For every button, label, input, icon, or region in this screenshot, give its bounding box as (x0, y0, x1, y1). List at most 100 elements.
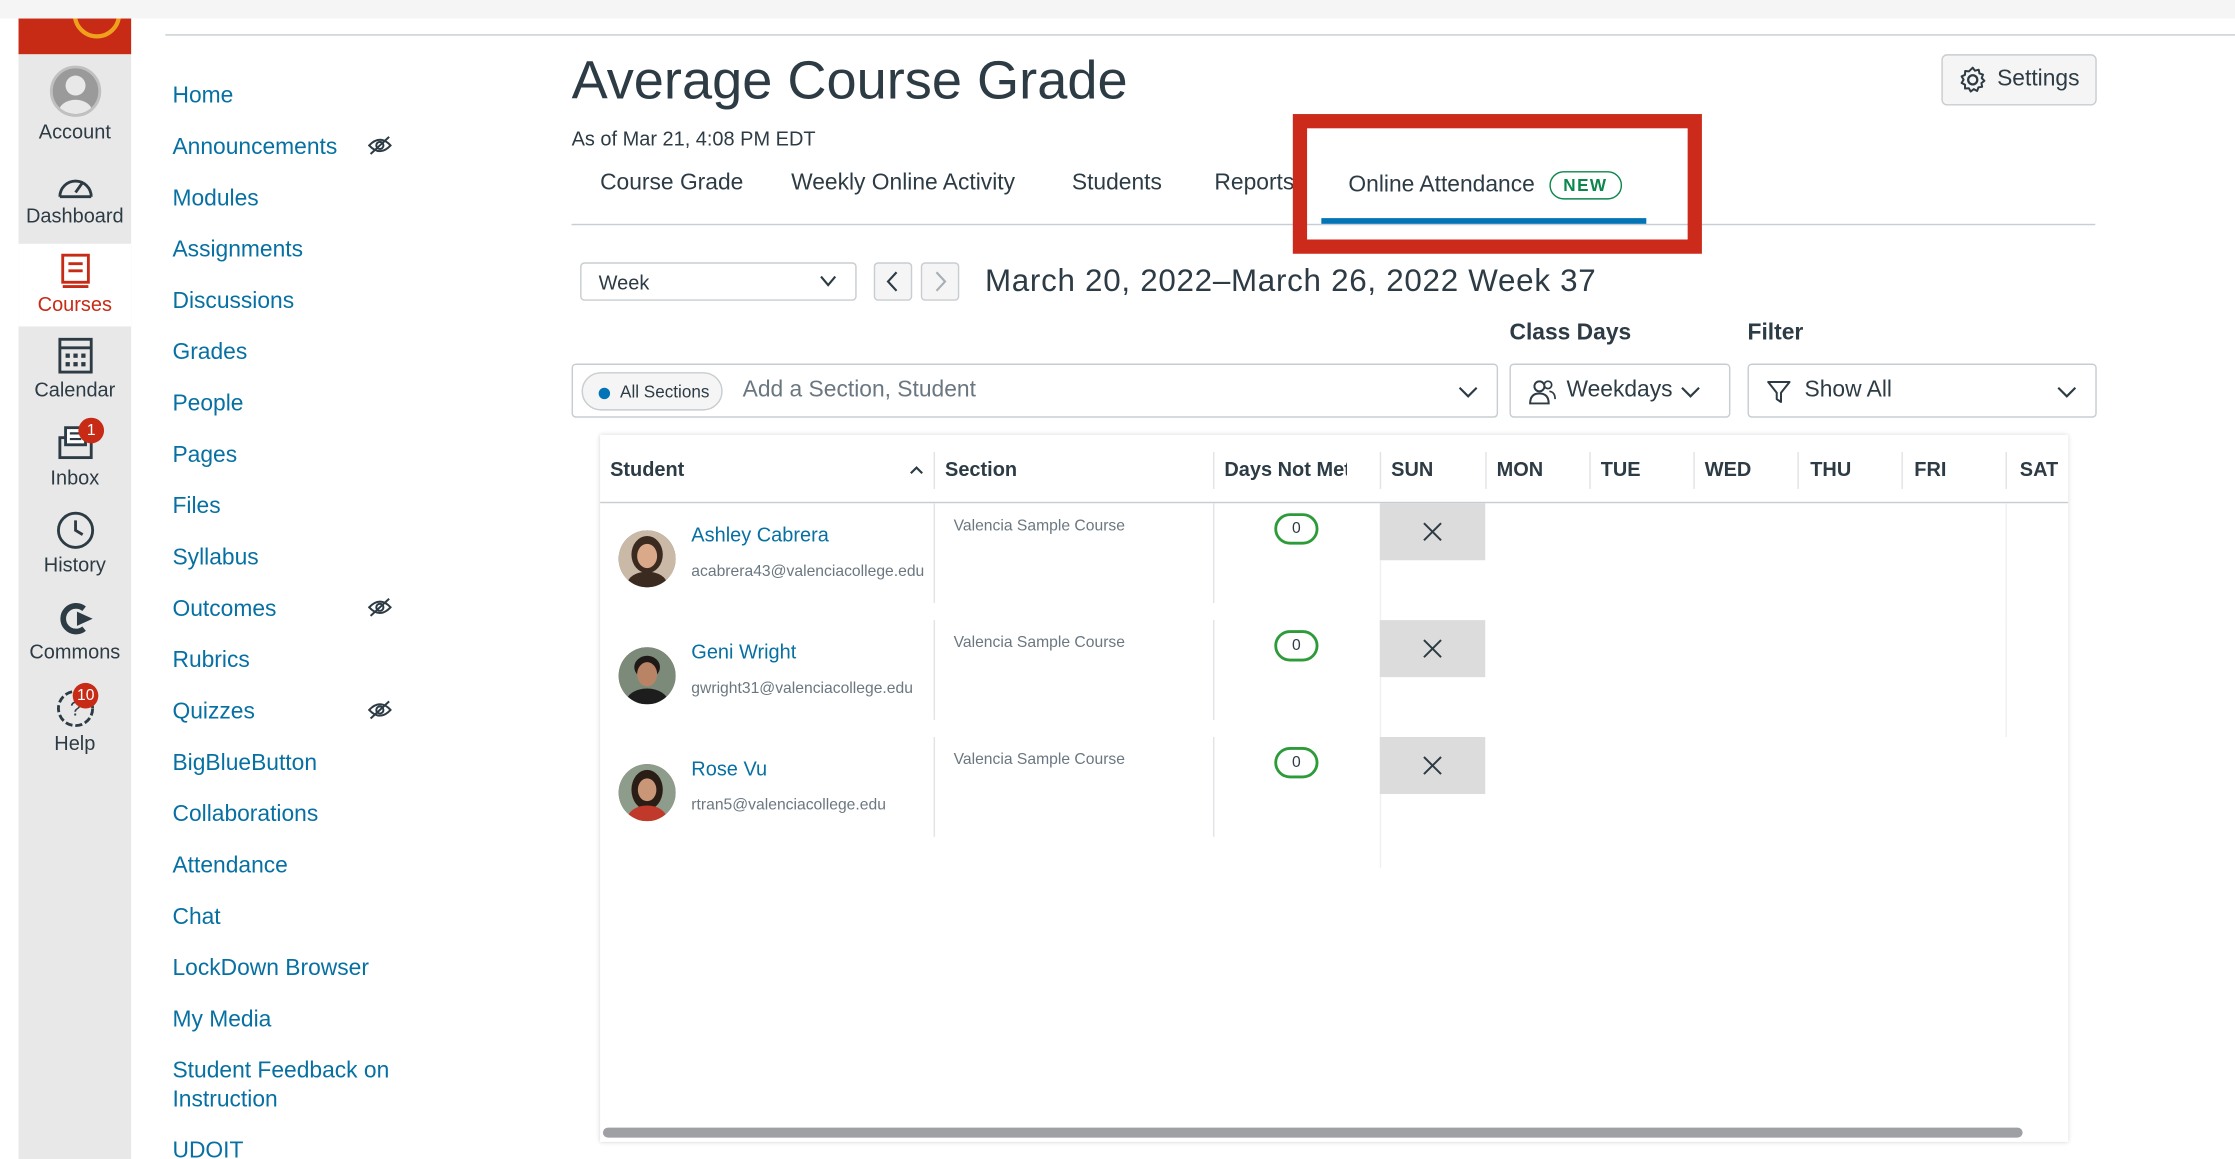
tab-students[interactable]: Students (1072, 171, 1162, 197)
table-row: Geni Wright gwright31@valenciacollege.ed… (600, 620, 2068, 752)
sunday-cell (1379, 620, 1486, 678)
table-row: Ashley Cabrera acabrera43@valenciacolleg… (600, 503, 2068, 635)
course-nav-pages[interactable]: Pages (172, 442, 237, 471)
global-nav-calendar[interactable]: Calendar (19, 335, 132, 409)
cell-divider (2005, 503, 2007, 621)
global-nav-history[interactable]: History (19, 510, 132, 584)
course-nav-assignments[interactable]: Assignments (172, 237, 303, 266)
filter-select[interactable]: Show All (1747, 363, 2097, 418)
global-nav-label: History (43, 553, 106, 576)
days-not-met-count: 0 (1274, 630, 1319, 662)
course-nav-rubrics[interactable]: Rubrics (172, 647, 249, 676)
course-nav-lockdown-browser[interactable]: LockDown Browser (172, 955, 368, 984)
period-select-value: Week (598, 270, 650, 294)
global-nav-label: Calendar (34, 377, 116, 401)
global-nav-dashboard[interactable]: Dashboard (19, 170, 132, 244)
chip-label: All Sections (620, 382, 710, 403)
chevron-down-icon (820, 275, 837, 287)
days-not-met-count: 0 (1274, 513, 1319, 545)
filter-label: Filter (1747, 320, 1804, 345)
student-name-link[interactable]: Ashley Cabrera (691, 523, 829, 546)
course-nav-grades[interactable]: Grades (172, 339, 247, 368)
col-header-student[interactable]: Student (610, 458, 684, 481)
next-week-button[interactable] (920, 262, 960, 301)
col-header-sat: SAT (2019, 457, 2059, 481)
course-nav-attendance[interactable]: Attendance (172, 852, 287, 881)
column-divider (1379, 451, 1382, 489)
course-nav-student-feedback[interactable]: Student Feedback on Instruction (172, 1058, 389, 1115)
column-divider (1589, 451, 1591, 489)
course-nav-people[interactable]: People (172, 391, 243, 420)
tab-weekly-online-activity[interactable]: Weekly Online Activity (791, 171, 1015, 197)
student-avatar (618, 764, 676, 822)
settings-button[interactable]: Settings (1941, 54, 2097, 106)
section-student-search[interactable]: All Sections Add a Section, Student (571, 363, 1499, 418)
global-nav-help[interactable]: ? 10 Help (19, 682, 132, 763)
table-header: Student Section Days Not Met SUN MON TUE… (600, 435, 2069, 504)
horizontal-scrollbar[interactable] (602, 1127, 2023, 1138)
global-nav-account[interactable]: Account (19, 65, 132, 152)
column-divider (1212, 451, 1215, 489)
course-nav-modules[interactable]: Modules (172, 185, 258, 214)
course-nav-outcomes[interactable]: Outcomes (172, 596, 276, 625)
tab-course-grade[interactable]: Course Grade (600, 171, 743, 197)
column-divider (2005, 451, 2007, 489)
chevron-down-icon (2057, 387, 2077, 398)
table-row: Rose Vu rtran5@valenciacollege.edu Valen… (600, 737, 2068, 869)
hidden-eye-icon (367, 136, 392, 155)
course-nav-announcements[interactable]: Announcements (172, 134, 337, 163)
course-nav-udoit[interactable]: UDOIT (172, 1138, 243, 1159)
col-header-section[interactable]: Section (945, 458, 1017, 481)
global-nav-inbox[interactable]: 1 Inbox (19, 417, 132, 497)
global-nav-label: Account (38, 119, 111, 143)
col-header-fri: FRI (1914, 457, 1947, 481)
course-nav-collaborations[interactable]: Collaborations (172, 801, 318, 830)
global-nav-commons[interactable]: Commons (19, 600, 132, 674)
course-nav-label-line1: Student Feedback on (172, 1059, 390, 1084)
previous-week-button[interactable] (873, 262, 913, 301)
student-email: gwright31@valenciacollege.edu (691, 680, 913, 698)
class-days-select[interactable]: Weekdays (1509, 363, 1731, 418)
settings-label: Settings (1997, 67, 2080, 92)
course-nav-discussions[interactable]: Discussions (172, 288, 294, 317)
column-divider (1485, 451, 1487, 489)
tab-reports[interactable]: Reports (1214, 171, 1294, 197)
course-nav-files[interactable]: Files (172, 493, 220, 522)
col-header-thu: THU (1810, 457, 1852, 481)
cell-divider (933, 503, 936, 604)
gear-icon (1960, 66, 1986, 93)
sort-ascending-icon[interactable] (908, 463, 925, 477)
all-sections-chip[interactable]: All Sections (581, 372, 723, 411)
cell-divider (1212, 503, 1215, 604)
global-nav-label: Courses (37, 292, 112, 316)
student-name-link[interactable]: Geni Wright (691, 640, 796, 663)
course-nav-quizzes[interactable]: Quizzes (172, 699, 254, 728)
column-divider (1797, 451, 1799, 489)
course-nav-syllabus[interactable]: Syllabus (172, 545, 258, 574)
course-nav-bigbluebutton[interactable]: BigBlueButton (172, 750, 317, 779)
x-mark-icon (1423, 639, 1442, 658)
course-nav-home[interactable]: Home (172, 83, 233, 112)
people-group-icon (1529, 380, 1556, 405)
global-nav-label: Dashboard (26, 203, 124, 227)
column-divider (1901, 451, 1903, 489)
period-select[interactable]: Week (580, 262, 857, 301)
col-header-wed: WED (1704, 457, 1752, 481)
x-mark-icon (1423, 522, 1442, 542)
student-email: acabrera43@valenciacollege.edu (691, 563, 925, 581)
course-nav-my-media[interactable]: My Media (172, 1006, 271, 1035)
student-name-link[interactable]: Rose Vu (691, 757, 767, 780)
cell-divider (933, 620, 936, 720)
global-nav-courses[interactable]: Courses (18, 243, 132, 327)
course-nav-chat[interactable]: Chat (172, 904, 220, 933)
col-header-sun: SUN (1391, 457, 1434, 481)
account-avatar-icon (49, 65, 101, 117)
commons-arrow-icon (59, 603, 92, 635)
chevron-down-icon (1458, 387, 1478, 398)
global-nav: Account Dashboard Courses Calendar 1 Inb… (18, 18, 132, 1159)
col-header-days-not-met[interactable]: Days Not Met (1224, 458, 1347, 481)
chevron-right-icon (935, 271, 947, 292)
help-badge: 10 (72, 682, 99, 709)
institution-logo[interactable] (18, 18, 132, 55)
column-divider (933, 451, 936, 489)
